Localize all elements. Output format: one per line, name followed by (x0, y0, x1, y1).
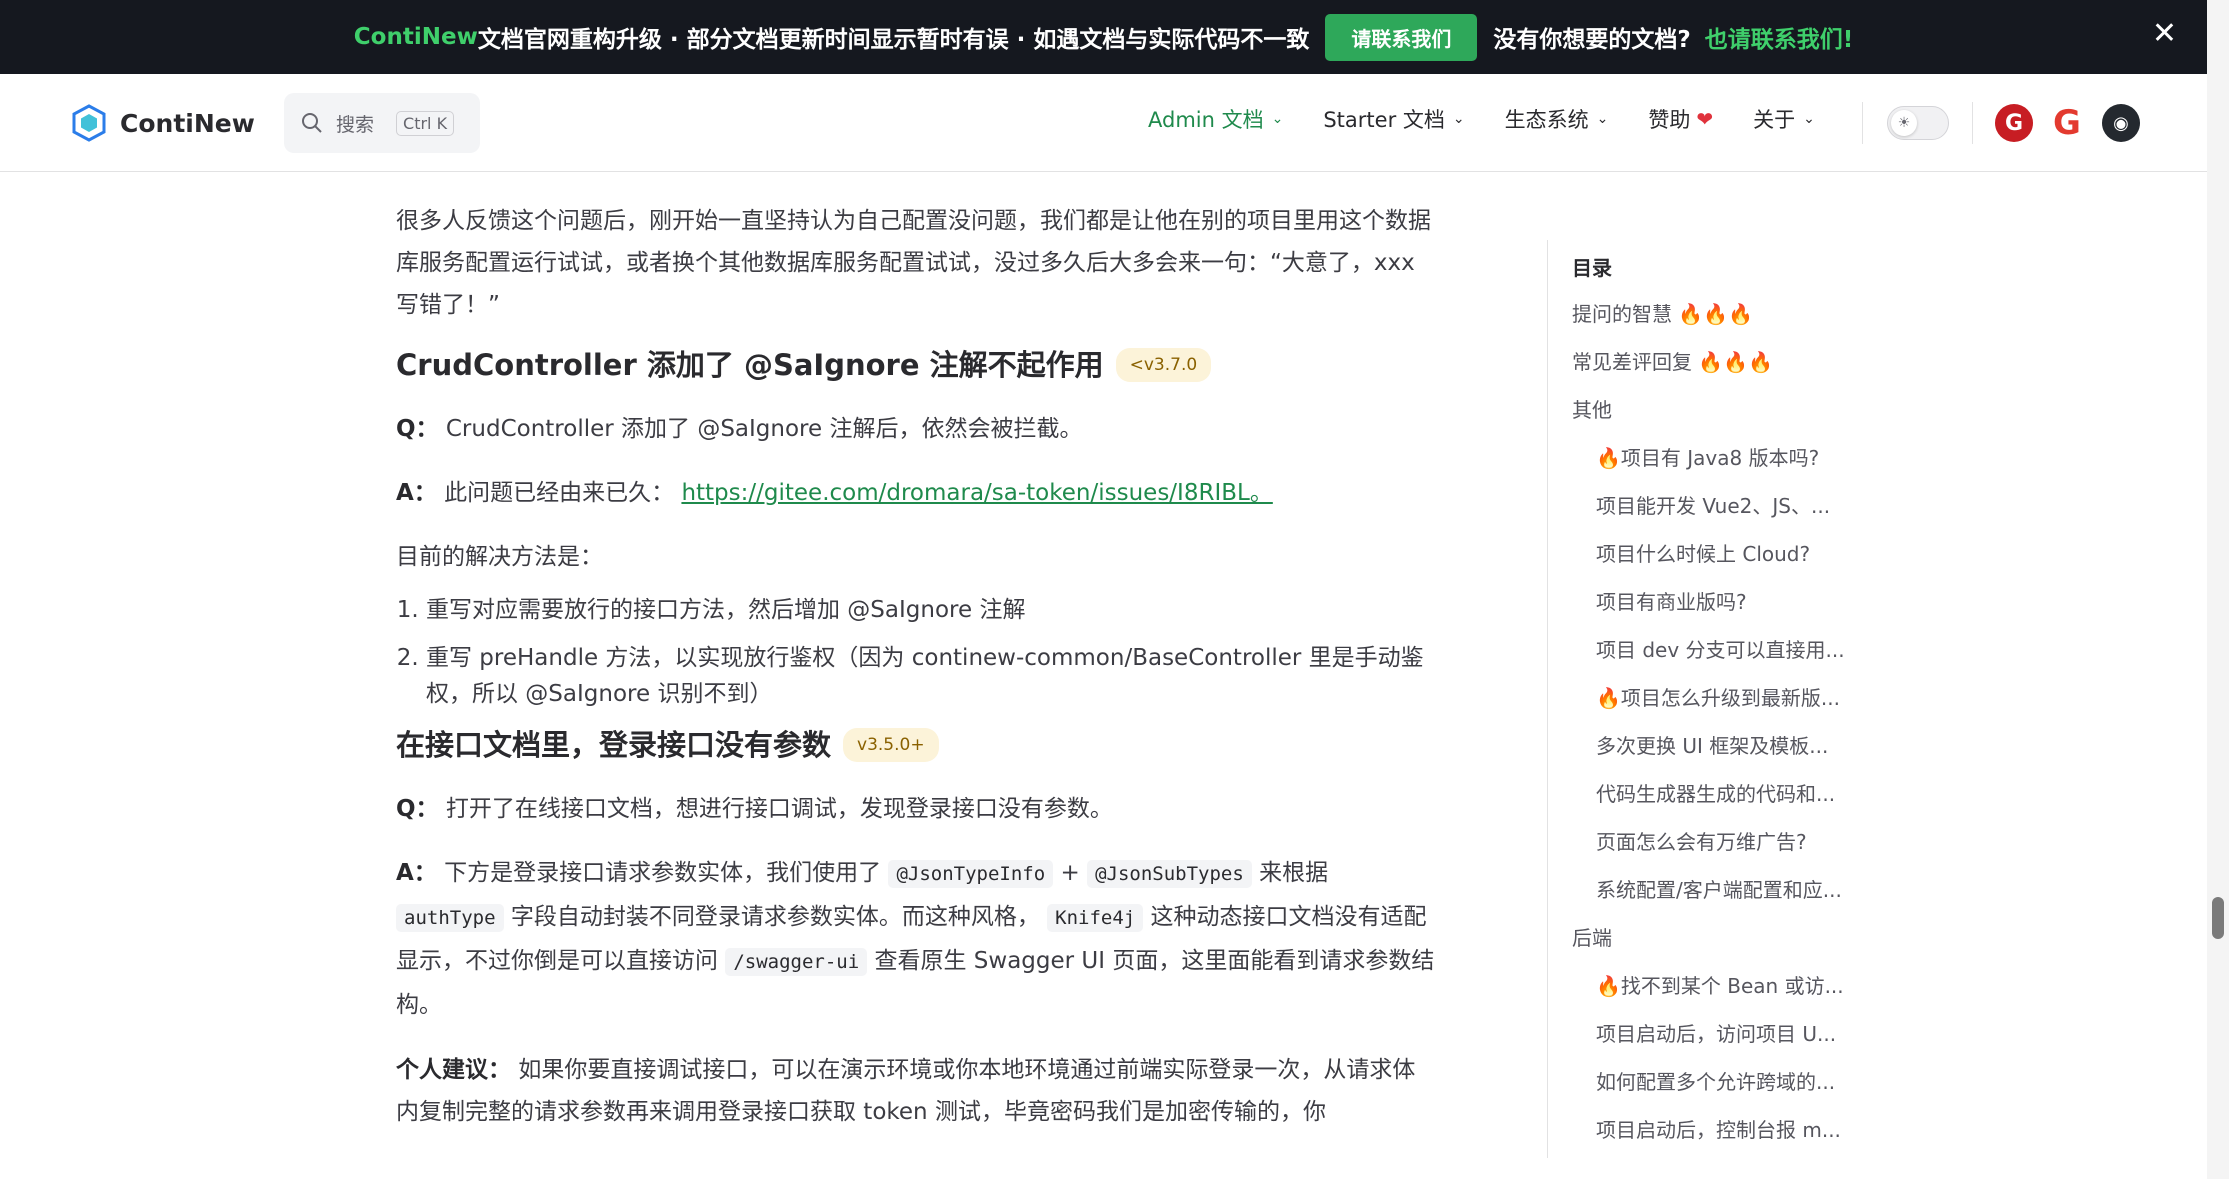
search-placeholder: 搜索 (336, 113, 375, 136)
outline-item[interactable]: 常见差评回复 🔥🔥🔥 (1572, 346, 1773, 375)
outline-item[interactable]: 其他 (1572, 394, 1612, 423)
outline-item[interactable]: 提问的智慧 🔥🔥🔥 (1572, 298, 1753, 327)
banner-contact-link[interactable]: 也请联系我们! (1705, 20, 1854, 54)
a-text: 此问题已经由来已久： (444, 480, 675, 506)
article-content: 很多人反馈这个问题后，刚开始一直坚持认为自己配置没问题，我们都是让他在别的项目里… (396, 172, 1436, 1179)
top-nav: ContiNew 搜索 Ctrl K Admin 文档 ⌄ Starter 文档… (0, 74, 2207, 172)
chevron-down-icon: ⌄ (1271, 111, 1284, 127)
solution-list: 重写对应需要放行的接口方法，然后增加 @SaIgnore 注解 重写 preHa… (396, 592, 1436, 712)
version-badge: <v3.7.0 (1115, 348, 1212, 382)
nav-item-admin-docs[interactable]: Admin 文档 ⌄ (1148, 104, 1283, 134)
inline-code: authType (396, 904, 504, 932)
a-text: + (1060, 860, 1088, 886)
a-label: A： (396, 480, 437, 506)
a-label: A： (396, 860, 437, 886)
intro-paragraph: 很多人反馈这个问题后，刚开始一直坚持认为自己配置没问题，我们都是让他在别的项目里… (396, 208, 1431, 318)
close-icon[interactable]: ✕ (2152, 16, 2177, 51)
nav-item-label: 赞助 (1648, 108, 1691, 132)
heading-text: 在接口文档里，登录接口没有参数 (396, 728, 832, 762)
outline-item[interactable]: 多次更换 UI 框架及模板... (1596, 730, 1828, 759)
outline-item[interactable]: 代码生成器生成的代码和... (1596, 778, 1835, 807)
nav-item-label: 生态系统 (1504, 108, 1589, 132)
outline-item[interactable]: 🔥项目有 Java8 版本吗? (1596, 442, 1819, 471)
nav-item-sponsor[interactable]: 赞助 ❤ (1648, 104, 1713, 134)
nav-item-about[interactable]: 关于 ⌄ (1753, 104, 1815, 134)
heading-text: CrudController 添加了 @SaIgnore 注解不起作用 (396, 348, 1104, 382)
q-text: 打开了在线接口文档，想进行接口调试，发现登录接口没有参数。 (445, 796, 1113, 822)
gitee-icon[interactable]: G (1995, 104, 2033, 142)
logo-icon (72, 104, 106, 142)
outline-item[interactable]: 页面怎么会有万维广告? (1596, 826, 1807, 855)
chevron-down-icon: ⌄ (1803, 111, 1815, 127)
site-logo[interactable]: ContiNew (72, 104, 255, 142)
outline-item[interactable]: 项目有商业版吗? (1596, 586, 1747, 615)
sun-icon: ☀ (1891, 110, 1917, 136)
issue-link[interactable]: https://gitee.com/dromara/sa-token/issue… (681, 480, 1272, 506)
solution-intro: 目前的解决方法是： (396, 544, 603, 570)
outline-item[interactable]: 后端 (1572, 922, 1612, 951)
tip-label: 个人建议： (396, 1057, 511, 1083)
outline-item[interactable]: 项目 dev 分支可以直接用... (1596, 634, 1845, 663)
list-item: 重写对应需要放行的接口方法，然后增加 @SaIgnore 注解 (426, 592, 1436, 628)
answer-paragraph: A： 此问题已经由来已久： https://gitee.com/dromara/… (396, 472, 1436, 514)
q-label: Q： (396, 416, 439, 442)
section-heading-login-params: 在接口文档里，登录接口没有参数 v3.5.0+ (396, 724, 1436, 766)
a-text: 字段自动封装不同登录请求参数实体。而这种风格， (510, 904, 1040, 930)
q-label: Q： (396, 796, 439, 822)
version-badge: v3.5.0+ (843, 728, 939, 762)
nav-divider (1972, 102, 1973, 144)
a-text: 下方是登录接口请求参数实体，我们使用了 (444, 860, 882, 886)
outline-item[interactable]: 🔥找不到某个 Bean 或访... (1596, 970, 1844, 999)
banner-brand: ContiNew (353, 24, 478, 50)
outline-title: 目录 (1572, 256, 1612, 280)
announcement-banner: ContiNew 文档官网重构升级 · 部分文档更新时间显示暂时有误 · 如遇文… (0, 0, 2207, 74)
github-icon[interactable]: ◉ (2102, 104, 2140, 142)
search-shortcut: Ctrl K (396, 110, 455, 136)
outline-item[interactable]: 项目能开发 Vue2、JS、... (1596, 490, 1830, 519)
nav-item-label: 关于 (1753, 108, 1796, 132)
chevron-down-icon: ⌄ (1452, 111, 1465, 127)
theme-toggle[interactable]: ☀ (1887, 106, 1949, 140)
answer-paragraph: A： 下方是登录接口请求参数实体，我们使用了 @JsonTypeInfo + @… (396, 852, 1436, 1027)
tip-paragraph: 个人建议： 如果你要直接调试接口，可以在演示环境或你本地环境通过前端实际登录一次… (396, 1049, 1436, 1133)
outline-item[interactable]: 项目启动后，访问项目 U... (1596, 1018, 1836, 1047)
outline-item[interactable]: 🔥项目怎么升级到最新版... (1596, 682, 1840, 711)
nav-item-label: Starter 文档 (1323, 108, 1445, 132)
inline-code: Knife4j (1047, 904, 1144, 932)
scrollbar-thumb[interactable] (2212, 897, 2224, 939)
question-paragraph: Q： CrudController 添加了 @SaIgnore 注解后，依然会被… (396, 408, 1436, 450)
gitcode-icon[interactable]: G (2048, 103, 2086, 143)
outline-item[interactable]: 项目启动后，控制台报 m... (1596, 1114, 1841, 1143)
outline-item[interactable]: 项目什么时候上 Cloud? (1596, 538, 1810, 567)
outline-item[interactable]: 如何配置多个允许跨域的... (1596, 1066, 1835, 1095)
nav-item-label: Admin 文档 (1148, 108, 1264, 132)
a-text: 来根据 (1259, 860, 1329, 886)
inline-code: @JsonSubTypes (1087, 860, 1252, 888)
heart-icon: ❤ (1696, 107, 1714, 131)
nav-item-ecosystem[interactable]: 生态系统 ⌄ (1505, 104, 1609, 134)
section-heading-saignore: CrudController 添加了 @SaIgnore 注解不起作用 <v3.… (396, 344, 1436, 386)
inline-code: @JsonTypeInfo (888, 860, 1054, 888)
list-item: 重写 preHandle 方法，以实现放行鉴权（因为 continew-comm… (426, 640, 1436, 712)
chevron-down-icon: ⌄ (1596, 111, 1609, 127)
nav-menu: Admin 文档 ⌄ Starter 文档 ⌄ 生态系统 ⌄ 赞助 ❤ 关于 ⌄ (1148, 104, 1855, 134)
tip-text: 如果你要直接调试接口，可以在演示环境或你本地环境通过前端实际登录一次，从请求体内… (396, 1057, 1416, 1125)
search-icon (302, 113, 322, 133)
nav-item-starter-docs[interactable]: Starter 文档 ⌄ (1323, 104, 1464, 134)
nav-divider (1862, 102, 1863, 144)
outline-item[interactable]: 系统配置/客户端配置和应... (1596, 874, 1842, 903)
outline-panel: 目录 提问的智慧 🔥🔥🔥 常见差评回复 🔥🔥🔥 其他 🔥项目有 Java8 版本… (1547, 240, 1947, 1158)
search-button[interactable]: 搜索 Ctrl K (284, 93, 480, 153)
inline-code: /swagger-ui (725, 948, 868, 976)
banner-text: 文档官网重构升级 · 部分文档更新时间显示暂时有误 · 如遇文档与实际代码不一致 (477, 27, 1310, 53)
page-scrollbar[interactable] (2207, 0, 2229, 1179)
question-paragraph: Q： 打开了在线接口文档，想进行接口调试，发现登录接口没有参数。 (396, 788, 1436, 830)
logo-text: ContiNew (120, 108, 255, 138)
contact-us-button[interactable]: 请联系我们 (1325, 13, 1478, 61)
q-text: CrudController 添加了 @SaIgnore 注解后，依然会被拦截。 (445, 416, 1083, 442)
banner-question: 没有你想要的文档? (1493, 27, 1691, 53)
